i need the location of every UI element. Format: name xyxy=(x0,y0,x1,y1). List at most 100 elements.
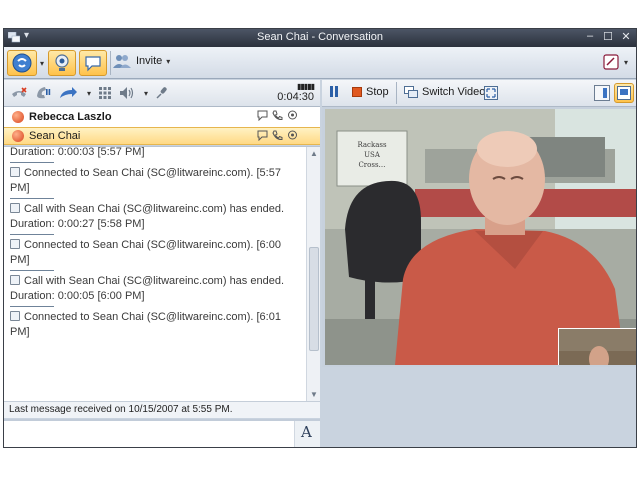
options-caret-icon: ▾ xyxy=(623,57,628,67)
message-line-2: Duration: 0:00:27 [5:58 PM] xyxy=(10,218,145,230)
main-toolbar: ▾ Invite ▾ ▾ xyxy=(4,47,636,79)
scroll-down-icon[interactable]: ▼ xyxy=(309,390,319,400)
message-line: Connected to Sean Chai (SC@litwareinc.co… xyxy=(24,167,281,179)
message-divider xyxy=(10,162,54,163)
options-menu[interactable]: ▾ xyxy=(602,53,628,71)
participant-actions xyxy=(257,110,298,121)
history-scrollbar[interactable]: ▲ ▼ xyxy=(306,147,320,401)
close-icon[interactable]: ✕ xyxy=(620,30,632,43)
svg-text:Cross…: Cross… xyxy=(358,161,385,169)
remote-video-frame: Rackass USA Cross… xyxy=(325,109,636,365)
conversation-history: Duration: 0:00:03 [5:57 PM] Connected to… xyxy=(4,146,320,401)
message-icon xyxy=(10,311,20,321)
phone-call-icon xyxy=(12,53,32,73)
instant-message-button[interactable] xyxy=(79,50,107,76)
call-controls-bar: ▾ ▾ ▮▮▮▮▮ 0:04:30 xyxy=(4,80,320,107)
layout-window-icon[interactable] xyxy=(594,85,610,101)
speaker-icon[interactable] xyxy=(119,86,137,100)
window-controls: – ☐ ✕ xyxy=(584,30,632,43)
message-line: Call with Sean Chai (SC@litwareinc.com) … xyxy=(24,203,284,215)
message-divider xyxy=(10,306,54,307)
phone-icon[interactable] xyxy=(272,130,283,141)
layout-video-button[interactable] xyxy=(614,83,634,103)
message-divider xyxy=(10,198,54,199)
call-controls: ▾ ▾ xyxy=(10,86,169,100)
webcam-small-icon[interactable] xyxy=(287,110,298,121)
microphone-icon[interactable] xyxy=(155,86,169,100)
message-line-2: PM] xyxy=(10,326,30,338)
scroll-up-icon[interactable]: ▲ xyxy=(309,149,319,159)
call-timer: ▮▮▮▮▮ 0:04:30 xyxy=(277,82,315,103)
remote-video: Rackass USA Cross… xyxy=(325,109,636,365)
message-icon xyxy=(10,167,20,177)
hold-call-icon[interactable] xyxy=(35,86,51,100)
message-line: Call with Sean Chai (SC@litwareinc.com) … xyxy=(24,275,284,287)
minimize-icon[interactable]: – xyxy=(584,30,596,43)
switch-video-button[interactable]: Switch Video xyxy=(404,86,485,98)
message-line-2: Duration: 0:00:05 [6:00 PM] xyxy=(10,290,145,302)
webcam-small-icon[interactable] xyxy=(287,130,298,141)
history-message: Connected to Sean Chai (SC@litwareinc.co… xyxy=(4,166,304,199)
pause-icon xyxy=(330,86,338,97)
invite-people-icon xyxy=(113,55,131,68)
call-dropdown-caret-icon[interactable]: ▾ xyxy=(40,59,44,68)
history-message: Duration: 0:00:03 [5:57 PM] xyxy=(4,147,304,163)
history-message: Call with Sean Chai (SC@litwareinc.com) … xyxy=(4,202,304,235)
history-message: Call with Sean Chai (SC@litwareinc.com) … xyxy=(4,274,304,307)
pause-video-button[interactable] xyxy=(330,86,338,97)
message-divider xyxy=(10,270,54,271)
phone-forward-icon[interactable] xyxy=(58,86,80,100)
self-view-video[interactable] xyxy=(558,328,636,365)
dialpad-icon[interactable] xyxy=(98,86,112,100)
compose-tools: A xyxy=(294,421,320,447)
conversation-window: ▾ Sean Chai - Conversation – ☐ ✕ ▾ Invit… xyxy=(3,28,637,448)
stop-video-button[interactable]: Stop xyxy=(352,86,389,98)
im-icon[interactable] xyxy=(257,130,268,141)
invite-button[interactable]: Invite ▾ xyxy=(112,53,170,69)
stop-label: Stop xyxy=(366,86,389,98)
message-compose-area[interactable]: A xyxy=(4,419,320,447)
participant-name: Rebecca Laszlo xyxy=(29,111,112,123)
participant-actions xyxy=(257,130,298,141)
fullscreen-icon[interactable] xyxy=(484,86,498,100)
toolbar-separator xyxy=(110,51,111,75)
hang-up-icon[interactable] xyxy=(10,86,28,100)
video-pane: Stop Switch Video Rackass USA Cross… xyxy=(322,80,636,447)
video-button[interactable] xyxy=(48,50,76,76)
call-timer-text: 0:04:30 xyxy=(277,91,314,103)
history-message: Connected to Sean Chai (SC@litwareinc.co… xyxy=(4,310,304,340)
presence-orb-icon xyxy=(12,111,24,123)
message-line-2: PM] xyxy=(10,254,30,266)
signal-bars-icon: ▮▮▮▮▮ xyxy=(296,82,315,91)
call-button[interactable] xyxy=(7,50,37,76)
participant-item[interactable]: Rebecca Laszlo xyxy=(4,108,320,126)
maximize-icon[interactable]: ☐ xyxy=(602,30,614,43)
conversation-pane: ▾ ▾ ▮▮▮▮▮ 0:04:30 Rebecca Laszlo Sean Ch… xyxy=(4,80,320,447)
switch-video-label: Switch Video xyxy=(422,86,486,98)
invite-caret-icon: ▾ xyxy=(166,56,171,66)
svg-text:USA: USA xyxy=(364,151,381,159)
video-toolbar-separator xyxy=(396,82,397,104)
font-icon[interactable]: A xyxy=(301,423,312,441)
participant-item-selected[interactable]: Sean Chai xyxy=(4,127,320,145)
video-layout-icon xyxy=(617,86,631,100)
presence-orb-icon xyxy=(12,130,24,142)
participant-name: Sean Chai xyxy=(29,130,81,142)
message-icon xyxy=(10,239,20,249)
forward-caret-icon[interactable]: ▾ xyxy=(87,89,91,98)
im-icon[interactable] xyxy=(257,110,268,121)
message-line: Connected to Sean Chai (SC@litwareinc.co… xyxy=(24,239,281,251)
participant-list: Rebecca Laszlo Sean Chai xyxy=(4,107,320,145)
history-message: Connected to Sean Chai (SC@litwareinc.co… xyxy=(4,238,304,271)
video-area-background xyxy=(322,367,636,447)
speech-bubble-icon xyxy=(85,56,101,72)
message-line: Connected to Sean Chai (SC@litwareinc.co… xyxy=(24,311,281,323)
phone-icon[interactable] xyxy=(272,110,283,121)
switch-video-icon xyxy=(404,86,418,98)
sign-text: Rackass xyxy=(357,141,387,149)
scroll-thumb[interactable] xyxy=(309,247,319,351)
message-icon xyxy=(10,203,20,213)
message-line-2: PM] xyxy=(10,182,30,194)
stop-icon xyxy=(352,87,362,97)
volume-caret-icon[interactable]: ▾ xyxy=(144,89,148,98)
